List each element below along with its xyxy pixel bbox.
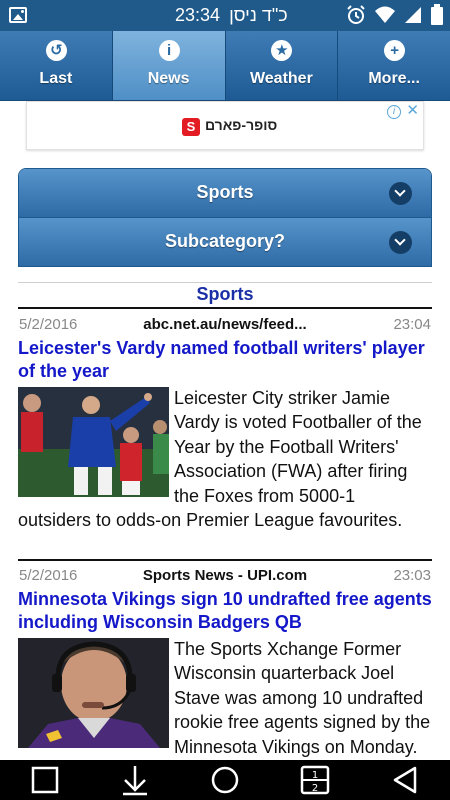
selector-panel: Sports Subcategory? <box>18 168 432 267</box>
chevron-down-icon <box>389 182 412 205</box>
tab-last[interactable]: ↺ Last <box>0 31 113 100</box>
status-time: 23:34 כ"ד ניסן <box>175 5 288 25</box>
svg-text:1: 1 <box>312 770 318 781</box>
football-photo-image <box>18 387 169 497</box>
tab-label: News <box>147 70 190 87</box>
tab-label: Last <box>39 70 73 87</box>
square-icon <box>31 766 59 794</box>
back-arrow-icon: ↺ <box>45 40 67 61</box>
ad-info-icon[interactable]: i <box>387 105 401 119</box>
article-headline[interactable]: Leicester's Vardy named football writers… <box>18 337 432 383</box>
article-item[interactable]: 5/2/2016 Sports News - UPI.com 23:03 Min… <box>18 566 432 759</box>
article-source: Sports News - UPI.com <box>142 567 308 584</box>
article-time: 23:04 <box>393 316 431 333</box>
download-arrow-icon <box>123 766 147 796</box>
tab-label: Weather <box>249 70 313 87</box>
system-icons <box>345 4 444 26</box>
gallery-notification-icon <box>9 7 27 23</box>
status-clock: 23:34 <box>175 5 221 25</box>
home-button[interactable] <box>205 760 245 800</box>
alarm-icon <box>347 5 365 24</box>
article-thumbnail[interactable] <box>18 638 169 748</box>
tab-weather[interactable]: ★ Weather <box>226 31 339 100</box>
article-body: Leicester City striker Jamie Vardy is vo… <box>18 386 432 532</box>
article-headline[interactable]: Minnesota Vikings sign 10 undrafted free… <box>18 588 432 634</box>
article-thumbnail[interactable] <box>18 387 169 497</box>
home-circle-icon <box>211 766 239 794</box>
tab-label: More... <box>368 70 420 87</box>
wifi-icon <box>375 6 395 23</box>
section-title: Sports <box>18 282 432 309</box>
coach-photo-image <box>18 638 169 748</box>
status-hebrew-date: כ"ד ניסן <box>229 5 288 25</box>
article-summary: The Sports Xchange Former Wisconsin quar… <box>174 639 431 757</box>
tab-news[interactable]: i News <box>112 31 226 100</box>
article-meta: 5/2/2016 Sports News - UPI.com 23:03 <box>18 566 432 588</box>
info-icon: i <box>158 40 180 61</box>
ad-text: סופר-פארם <box>205 117 278 133</box>
subcategory-dropdown[interactable]: Subcategory? <box>19 218 431 266</box>
article-source: abc.net.au/news/feed... <box>143 316 307 333</box>
ad-logo: S <box>182 118 200 136</box>
back-button[interactable] <box>385 760 425 800</box>
ad-banner[interactable]: S סופר-פארם i ✕ <box>26 101 424 150</box>
top-nav: ↺ Last i News ★ Weather + More... <box>0 31 450 101</box>
article-item[interactable]: 5/2/2016 abc.net.au/news/feed... 23:04 L… <box>18 315 432 532</box>
article-time: 23:03 <box>393 567 431 584</box>
category-dropdown[interactable]: Sports <box>19 169 431 218</box>
battery-icon <box>431 4 443 25</box>
download-button[interactable] <box>115 760 155 800</box>
article-divider <box>18 559 432 561</box>
subcategory-label: Subcategory? <box>164 231 286 251</box>
article-body: The Sports Xchange Former Wisconsin quar… <box>18 637 432 759</box>
ad-close-icon[interactable]: ✕ <box>406 103 419 119</box>
svg-text:2: 2 <box>312 783 318 794</box>
star-icon: ★ <box>271 40 293 61</box>
dual-window-button[interactable]: 12 <box>295 760 335 800</box>
chevron-down-icon <box>389 231 412 254</box>
plus-icon: + <box>384 40 406 61</box>
article-meta: 5/2/2016 abc.net.au/news/feed... 23:04 <box>18 315 432 337</box>
signal-icon <box>405 7 421 23</box>
status-bar: 23:34 כ"ד ניסן <box>0 0 450 31</box>
dual-window-icon: 12 <box>300 765 330 795</box>
category-label: Sports <box>196 182 254 202</box>
recent-apps-button[interactable] <box>25 760 65 800</box>
system-nav-bar: 12 <box>0 760 450 800</box>
tab-more[interactable]: + More... <box>338 31 450 100</box>
back-triangle-icon <box>393 766 417 794</box>
